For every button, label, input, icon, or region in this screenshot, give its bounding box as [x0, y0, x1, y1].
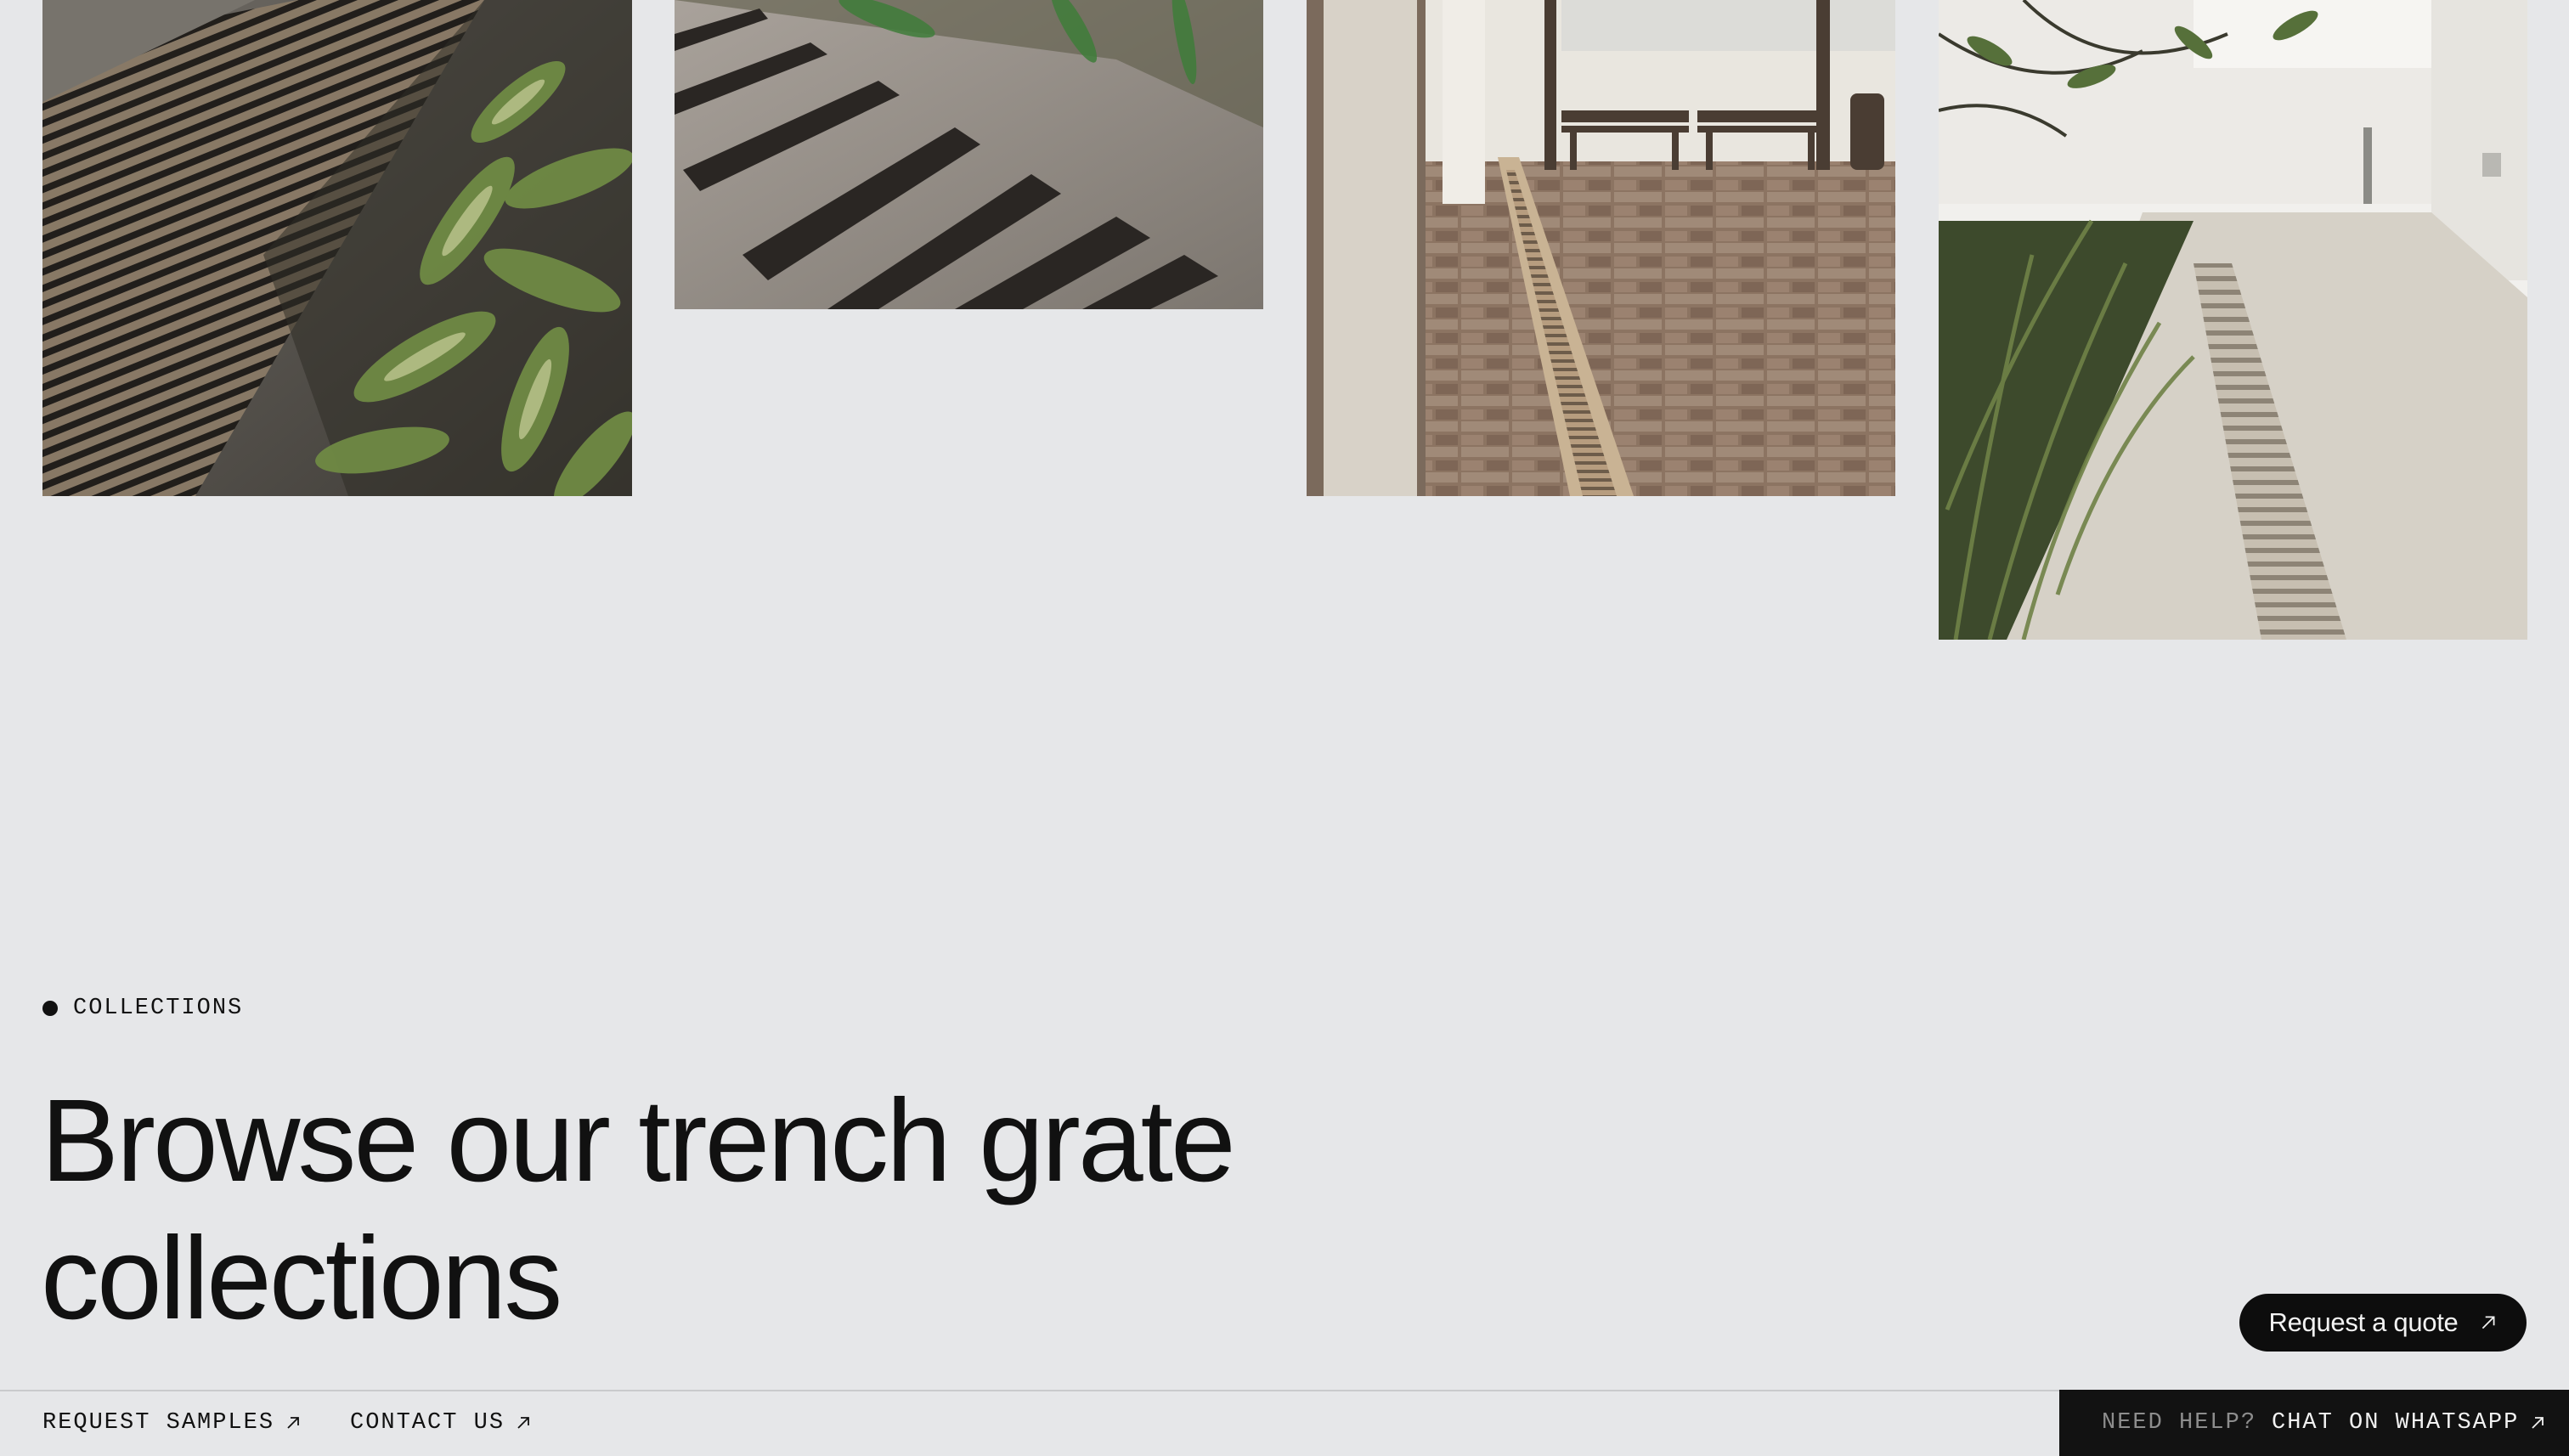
section-eyebrow: COLLECTIONS: [42, 996, 243, 1021]
whatsapp-chat-link[interactable]: NEED HELP? CHAT ON WHATSAPP: [2059, 1390, 2569, 1456]
contact-us-label: CONTACT US: [350, 1410, 505, 1436]
arrow-up-right-icon: [285, 1414, 302, 1431]
bullet-dot-icon: [42, 1001, 58, 1016]
bottom-bar: REQUEST SAMPLES CONTACT US NEED HELP? CH…: [0, 1390, 2569, 1456]
collections-label: COLLECTIONS: [73, 996, 244, 1021]
request-samples-link[interactable]: REQUEST SAMPLES: [42, 1391, 302, 1454]
request-quote-label: Request a quote: [2268, 1307, 2459, 1337]
chat-on-whatsapp-label: CHAT ON WHATSAPP: [2272, 1410, 2520, 1436]
request-samples-label: REQUEST SAMPLES: [42, 1410, 275, 1436]
courtyard-trench-drain-photo: [1307, 0, 1895, 496]
need-help-label: NEED HELP?: [2102, 1410, 2257, 1436]
trench-grate-with-plants-photo: [42, 0, 632, 496]
contact-us-link[interactable]: CONTACT US: [350, 1391, 532, 1454]
arrow-up-right-icon: [2529, 1414, 2546, 1431]
section-heading: Browse our trench grate collections: [41, 1075, 1236, 1344]
arrow-up-right-icon: [515, 1414, 532, 1431]
walkway-trench-drain-photo: [1939, 0, 2527, 640]
arrow-up-right-icon: [2479, 1313, 2498, 1332]
trench-grate-closeup-photo: [675, 0, 1263, 309]
request-quote-button[interactable]: Request a quote: [2239, 1294, 2527, 1352]
